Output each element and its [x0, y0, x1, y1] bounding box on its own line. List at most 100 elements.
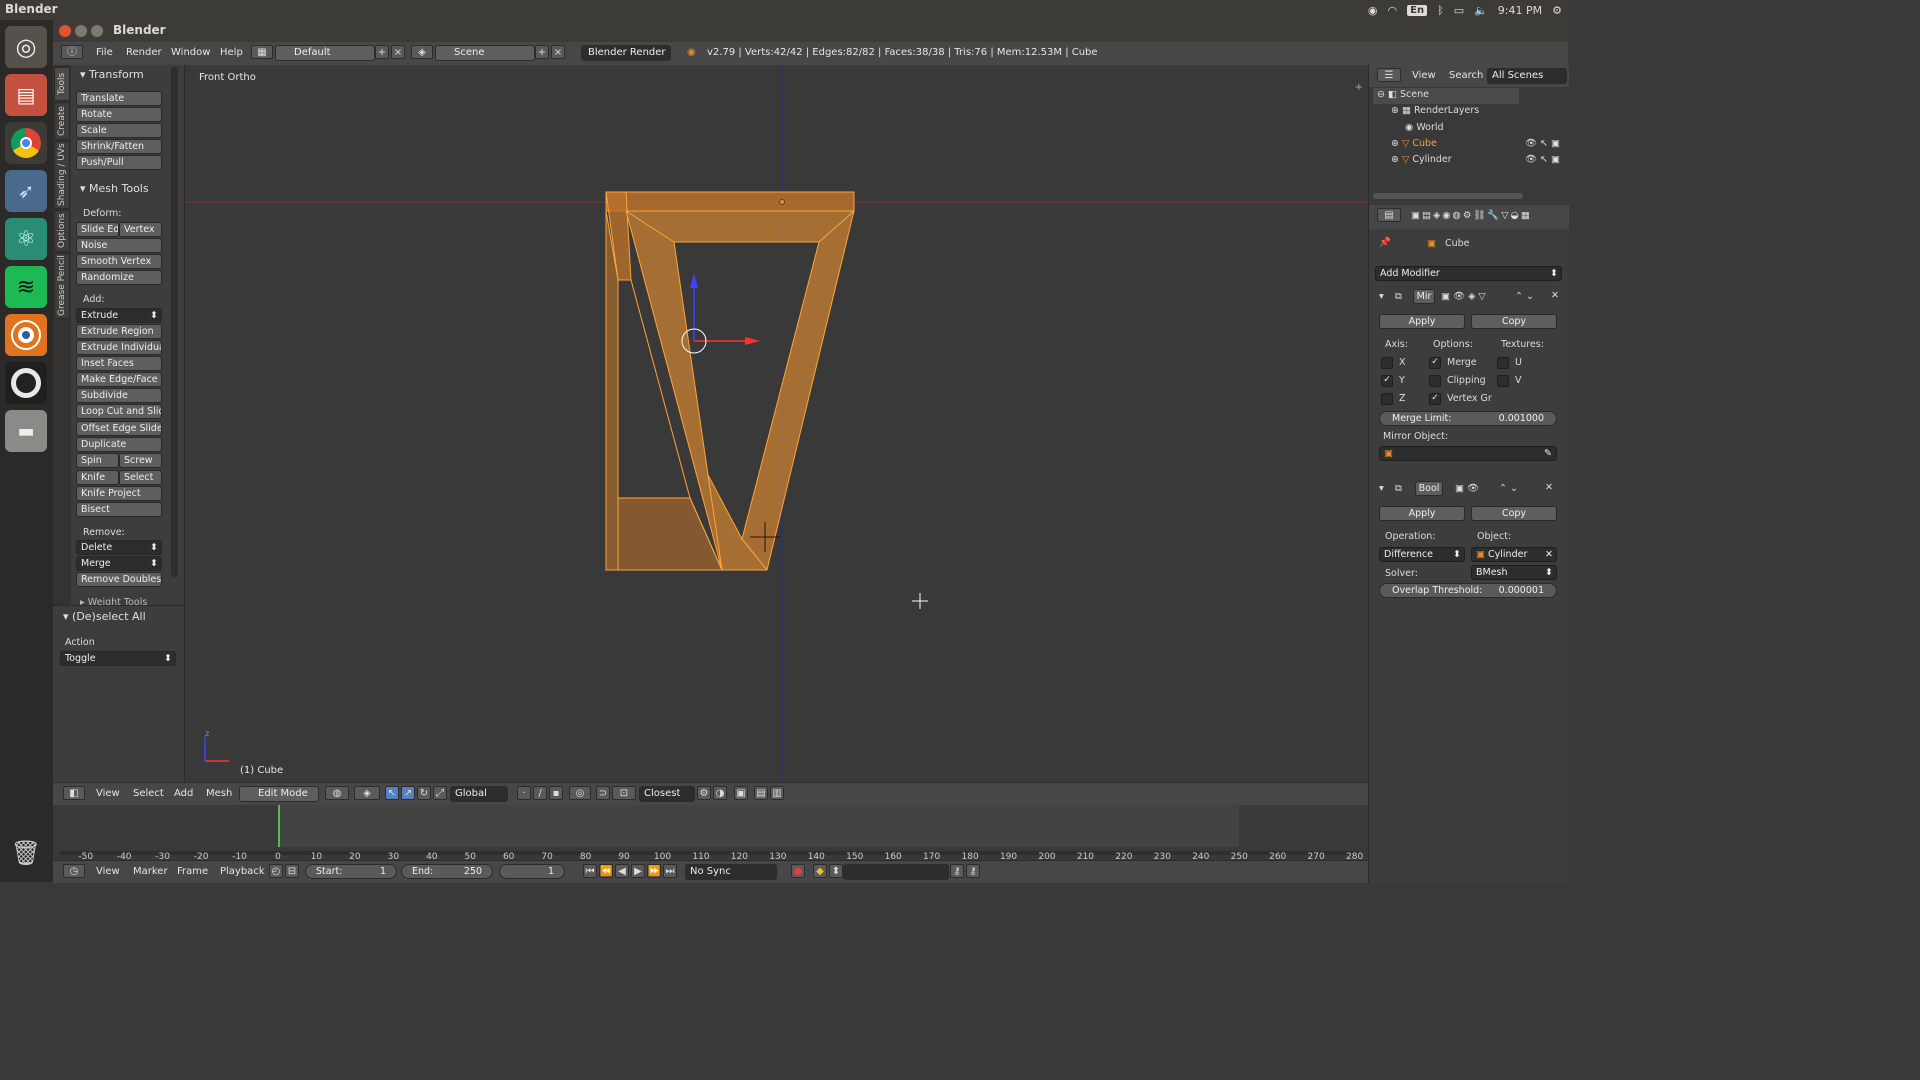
pivot-point-icon[interactable]: ◈	[354, 786, 380, 800]
outliner-display-mode-select[interactable]: All Scenes	[1487, 68, 1567, 84]
cylinder-visibility-icons[interactable]: 👁 ↖ ▣	[1525, 154, 1560, 165]
offset-edge-slide-button[interactable]: Offset Edge Slide	[76, 421, 162, 436]
obs-tray-icon[interactable]: ◉	[1368, 4, 1378, 17]
scale-manipulator-icon[interactable]: ⤢	[433, 786, 447, 800]
minimize-window-button[interactable]	[75, 25, 87, 37]
mirror-move-up-down-icons[interactable]: ⌃ ⌄	[1515, 291, 1534, 302]
system-gear-icon[interactable]: ⚙	[1552, 4, 1562, 17]
pin-icon[interactable]: 📌	[1379, 237, 1391, 248]
jump-prev-keyframe-icon[interactable]: ⏪	[599, 864, 613, 878]
solver-select[interactable]: BMesh ⬍	[1471, 565, 1557, 580]
editor-type-outliner-icon[interactable]: ☰	[1377, 68, 1401, 82]
randomize-button[interactable]: Randomize	[76, 270, 162, 285]
start-frame-field[interactable]: Start: 1	[305, 864, 397, 879]
proportional-editing-icon[interactable]: ◎	[569, 786, 591, 800]
mirror-copy-button[interactable]: Copy	[1471, 314, 1557, 329]
atom-editor-icon[interactable]: ⚛	[5, 218, 47, 260]
battery-icon[interactable]: ▭	[1454, 4, 1464, 17]
3d-viewport[interactable]: Front Ortho z (1) Cube +	[184, 65, 1368, 782]
remove-boolean-modifier-icon[interactable]: ✕	[1545, 482, 1553, 493]
render-engine-select[interactable]: Blender Render	[581, 45, 671, 61]
vertex-select-mode-icon[interactable]: ·	[517, 786, 531, 800]
tl-menu-view[interactable]: View	[96, 866, 120, 877]
jump-next-keyframe-icon[interactable]: ⏩	[647, 864, 661, 878]
play-icon[interactable]: ▶	[631, 864, 645, 878]
wifi-icon[interactable]: ◠	[1388, 4, 1398, 17]
vp-menu-mesh[interactable]: Mesh	[206, 788, 232, 799]
mesh-tools-panel-title[interactable]: ▾ Mesh Tools	[80, 182, 149, 195]
tl-menu-playback[interactable]: Playback	[220, 866, 265, 877]
boolean-move-up-down-icons[interactable]: ⌃ ⌄	[1499, 483, 1518, 494]
collapse-boolean-icon[interactable]: ▾	[1379, 483, 1384, 494]
clipping-checkbox[interactable]	[1429, 375, 1441, 387]
screen-layout-icon[interactable]: ▦	[251, 45, 273, 59]
insert-keyframe-icon[interactable]: ⚷	[950, 864, 964, 878]
boolean-display-toggles[interactable]: ▣ 👁	[1455, 483, 1479, 494]
extrude-dropdown[interactable]: Extrude ⬍	[76, 308, 162, 323]
rotate-manipulator-icon[interactable]: ↻	[417, 786, 431, 800]
texture-v-checkbox[interactable]	[1497, 375, 1509, 387]
screw-button[interactable]: Screw	[119, 453, 162, 468]
vertex-groups-checkbox[interactable]: ✓	[1429, 393, 1441, 405]
add-modifier-dropdown[interactable]: Add Modifier ⬍	[1375, 266, 1562, 281]
remove-mirror-modifier-icon[interactable]: ✕	[1551, 290, 1559, 301]
tl-menu-frame[interactable]: Frame	[177, 866, 208, 877]
vp-menu-view[interactable]: View	[96, 788, 120, 799]
viewport-shading-icon[interactable]: ◍	[325, 786, 349, 800]
editor-type-properties-icon[interactable]: ▤	[1377, 208, 1401, 222]
preview-range-icon[interactable]: ◴	[269, 864, 283, 878]
outliner-item-cube[interactable]: ⊕ ▽ Cube	[1391, 138, 1437, 149]
outliner-scrollbar[interactable]	[1373, 193, 1523, 199]
translate-button[interactable]: Translate	[76, 91, 162, 106]
close-window-button[interactable]	[59, 25, 71, 37]
outliner-item-scene[interactable]: ⊖ ◧ Scene	[1377, 89, 1429, 100]
inset-faces-button[interactable]: Inset Faces	[76, 356, 162, 371]
edge-select-mode-icon[interactable]: /	[533, 786, 547, 800]
bluetooth-icon[interactable]: ᛒ	[1437, 4, 1444, 17]
tab-tools[interactable]: Tools	[54, 67, 70, 101]
duplicate-button[interactable]: Duplicate	[76, 437, 162, 452]
slide-edge-button[interactable]: Slide Ed	[76, 222, 119, 237]
boolean-copy-button[interactable]: Copy	[1471, 506, 1557, 521]
mirror-object-field[interactable]: ▣ ✎	[1379, 446, 1557, 461]
playhead[interactable]	[278, 805, 280, 847]
operation-select[interactable]: Difference ⬍	[1379, 547, 1465, 562]
shrink-fatten-button[interactable]: Shrink/Fatten	[76, 139, 162, 154]
jump-end-icon[interactable]: ⏭	[663, 864, 677, 878]
merge-checkbox[interactable]: ✓	[1429, 357, 1441, 369]
add-layout-button[interactable]: +	[375, 45, 389, 59]
chrome-icon[interactable]	[5, 122, 47, 164]
snap-toggle-icon[interactable]: ⊃	[596, 786, 610, 800]
overlap-threshold-field[interactable]: Overlap Threshold: 0.000001	[1379, 583, 1557, 598]
bisect-button[interactable]: Bisect	[76, 502, 162, 517]
keyboard-language-indicator[interactable]: En	[1407, 4, 1428, 16]
knife-project-button[interactable]: Knife Project	[76, 486, 162, 501]
render-sequence-icon[interactable]: ▥	[770, 786, 784, 800]
mode-select[interactable]: Edit Mode	[239, 786, 319, 802]
editor-type-timeline-icon[interactable]: ◷	[63, 864, 85, 878]
dash-home-icon[interactable]: ◎	[5, 26, 47, 68]
snap-target-select[interactable]: Closest	[639, 786, 695, 802]
transform-orientation-select[interactable]: Global	[450, 786, 508, 802]
outliner-menu-search[interactable]: Search	[1449, 70, 1483, 81]
scale-button[interactable]: Scale	[76, 123, 162, 138]
knife-button[interactable]: Knife	[76, 470, 119, 485]
outliner-menu-view[interactable]: View	[1412, 70, 1436, 81]
swift-bird-icon[interactable]: ➶	[5, 170, 47, 212]
outliner-item-world[interactable]: ◉ World	[1405, 122, 1444, 133]
tab-create[interactable]: Create	[54, 102, 70, 140]
properties-context-tabs[interactable]: ▣▤◈◉◍⚙⛓🔧▽◒▦	[1411, 210, 1532, 221]
add-scene-button[interactable]: +	[535, 45, 549, 59]
obs-studio-icon[interactable]	[5, 362, 47, 404]
file-manager-icon[interactable]: ▤	[5, 74, 47, 116]
snap-element-icon[interactable]: ⊡	[612, 786, 636, 800]
scene-icon[interactable]: ◈	[411, 45, 433, 59]
volume-icon[interactable]: 🔈	[1474, 4, 1488, 17]
editor-type-3d-icon[interactable]: ◧	[63, 786, 85, 800]
mirror-apply-button[interactable]: Apply	[1379, 314, 1465, 329]
clock[interactable]: 9:41 PM	[1498, 4, 1542, 17]
collapse-mirror-icon[interactable]: ▾	[1379, 291, 1384, 302]
menu-help[interactable]: Help	[220, 47, 243, 58]
cube-visibility-icons[interactable]: 👁 ↖ ▣	[1525, 138, 1560, 149]
eyedropper-icon[interactable]: ✎	[1544, 447, 1552, 460]
